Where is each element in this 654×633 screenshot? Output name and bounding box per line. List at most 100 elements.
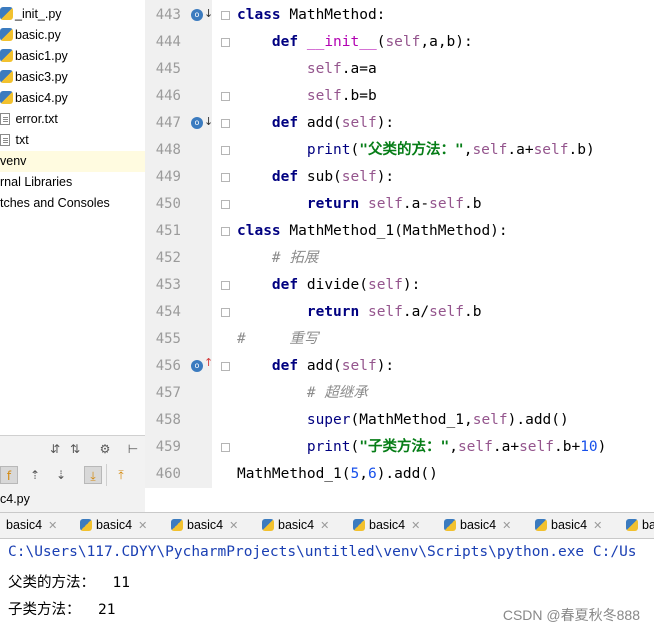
overridden-method-icon[interactable]: o xyxy=(191,9,203,21)
sort-up-icon[interactable]: ⇡ xyxy=(26,466,44,484)
close-icon[interactable]: ✕ xyxy=(502,520,511,532)
text-file-icon xyxy=(0,134,10,146)
console-command-line: C:\Users\117.CDYY\PycharmProjects\untitl… xyxy=(8,544,637,560)
run-tab[interactable]: basic4 ✕ xyxy=(444,518,511,532)
code-line-449: def sub(self): xyxy=(271,169,395,185)
python-file-icon xyxy=(353,519,365,531)
tree-item-scratches[interactable]: tches and Consoles xyxy=(0,193,110,214)
code-line-447: def add(self): xyxy=(271,115,395,131)
code-line-456: def add(self): xyxy=(271,358,395,374)
line-number: 451 xyxy=(155,223,181,239)
close-icon[interactable]: ✕ xyxy=(229,520,238,532)
code-line-448: print("父类的方法：",self.a+self.b) xyxy=(306,142,595,158)
fold-marker-icon[interactable] xyxy=(221,200,230,209)
line-number: 460 xyxy=(155,466,181,482)
overriding-method-icon[interactable]: o xyxy=(191,360,203,372)
line-number: 443 xyxy=(155,7,181,23)
fold-marker-icon[interactable] xyxy=(221,119,230,128)
text-file-icon xyxy=(0,113,10,125)
code-line-443: class MathMethod: xyxy=(237,7,386,23)
run-tab[interactable]: basic4 ✕ xyxy=(535,518,602,532)
scroll-to-source-icon[interactable]: ⤒ xyxy=(112,466,130,484)
toolbar-divider xyxy=(106,464,107,486)
python-file-icon xyxy=(444,519,456,531)
run-tab[interactable]: basic4 ✕ xyxy=(6,518,57,532)
tree-item-error-txt[interactable]: error.txt xyxy=(0,109,58,130)
fold-marker-icon[interactable] xyxy=(221,281,230,290)
line-number: 445 xyxy=(155,61,181,77)
line-number: 455 xyxy=(155,331,181,347)
tree-item-basic3[interactable]: basic3.py xyxy=(0,67,68,88)
expand-all-icon[interactable]: ⇵ xyxy=(46,440,64,458)
gear-icon[interactable]: ⚙ xyxy=(96,440,114,458)
code-line-450: return self.a-self.b xyxy=(306,196,482,212)
fold-marker-icon[interactable] xyxy=(221,92,230,101)
python-file-icon xyxy=(0,91,13,104)
run-tab[interactable]: basic4 ✕ xyxy=(353,518,420,532)
fold-marker-icon[interactable] xyxy=(221,38,230,47)
line-number: 447 xyxy=(155,115,181,131)
fold-marker-icon[interactable] xyxy=(221,308,230,317)
close-icon[interactable]: ✕ xyxy=(411,520,420,532)
watermark: CSDN @春夏秋冬888 xyxy=(502,607,640,623)
tree-item-external-libraries[interactable]: rnal Libraries xyxy=(0,172,72,193)
code-line-446: self.b=b xyxy=(306,88,377,104)
tree-item-basic1[interactable]: basic1.py xyxy=(0,46,68,67)
line-number: 452 xyxy=(155,250,181,266)
line-number: 446 xyxy=(155,88,181,104)
run-tab[interactable]: basic4 ✕ xyxy=(80,518,147,532)
python-file-icon xyxy=(0,70,13,83)
tree-item-basic[interactable]: basic.py xyxy=(0,25,61,46)
run-tab[interactable]: ba xyxy=(626,518,654,532)
code-line-458: super(MathMethod_1,self).add() xyxy=(306,412,569,428)
code-line-451: class MathMethod_1(MathMethod): xyxy=(237,223,508,239)
fold-marker-icon[interactable] xyxy=(221,227,230,236)
python-file-icon xyxy=(171,519,183,531)
line-number: 456 xyxy=(155,358,181,374)
fold-marker-icon[interactable] xyxy=(221,362,230,371)
line-number: 449 xyxy=(155,169,181,185)
console-output-line: 父类的方法： 11 xyxy=(8,575,130,591)
close-icon[interactable]: ✕ xyxy=(138,520,147,532)
line-number: 444 xyxy=(155,34,181,50)
code-line-460: MathMethod_1(5,6).add() xyxy=(237,466,438,482)
line-number: 458 xyxy=(155,412,181,428)
line-number: 450 xyxy=(155,196,181,212)
tree-item-basic4[interactable]: basic4.py xyxy=(0,88,68,109)
scroll-from-source-icon[interactable]: ⤓ xyxy=(84,466,102,484)
code-line-454: return self.a/self.b xyxy=(306,304,482,320)
code-line-455: # 重写 xyxy=(237,331,319,347)
tree-item-venv[interactable]: venv xyxy=(0,151,145,172)
code-line-459: print("子类方法：",self.a+self.b+10) xyxy=(306,439,607,455)
tree-item-txt[interactable]: txt xyxy=(0,130,29,151)
tree-item-init[interactable]: _init_.py xyxy=(0,4,62,25)
collapse-all-icon[interactable]: ⇅ xyxy=(66,440,84,458)
close-icon[interactable]: ✕ xyxy=(593,520,602,532)
console-output-line: 子类方法： 21 xyxy=(8,602,116,618)
sort-down-icon[interactable]: ⇣ xyxy=(52,466,70,484)
project-tree: _init_.py basic.py basic1.py basic3.py b… xyxy=(0,0,145,435)
code-line-453: def divide(self): xyxy=(271,277,421,293)
python-file-icon xyxy=(262,519,274,531)
line-number: 459 xyxy=(155,439,181,455)
python-file-icon xyxy=(0,7,13,20)
filter-icon[interactable]: f xyxy=(0,466,18,484)
close-icon[interactable]: ✕ xyxy=(48,520,57,532)
fold-marker-icon[interactable] xyxy=(221,173,230,182)
code-line-452: # 拓展 xyxy=(271,250,319,266)
project-toolbar: ⇵ ⇅ ⚙ ⊢ f ⇡ ⇣ ⤓ ⤒ xyxy=(0,435,145,490)
fold-marker-icon[interactable] xyxy=(221,11,230,20)
line-number: 457 xyxy=(155,385,181,401)
code-line-444: def __init__(self,a,b): xyxy=(271,34,473,50)
line-number: 453 xyxy=(155,277,181,293)
fold-marker-icon[interactable] xyxy=(221,443,230,452)
hide-panel-icon[interactable]: ⊢ xyxy=(124,440,142,458)
python-file-icon xyxy=(626,519,638,531)
project-file-label[interactable]: c4.py xyxy=(0,492,30,506)
fold-marker-icon[interactable] xyxy=(221,146,230,155)
close-icon[interactable]: ✕ xyxy=(320,520,329,532)
code-line-445: self.a=a xyxy=(306,61,377,77)
overridden-method-icon[interactable]: o xyxy=(191,117,203,129)
run-tab[interactable]: basic4 ✕ xyxy=(171,518,238,532)
run-tab[interactable]: basic4 ✕ xyxy=(262,518,329,532)
